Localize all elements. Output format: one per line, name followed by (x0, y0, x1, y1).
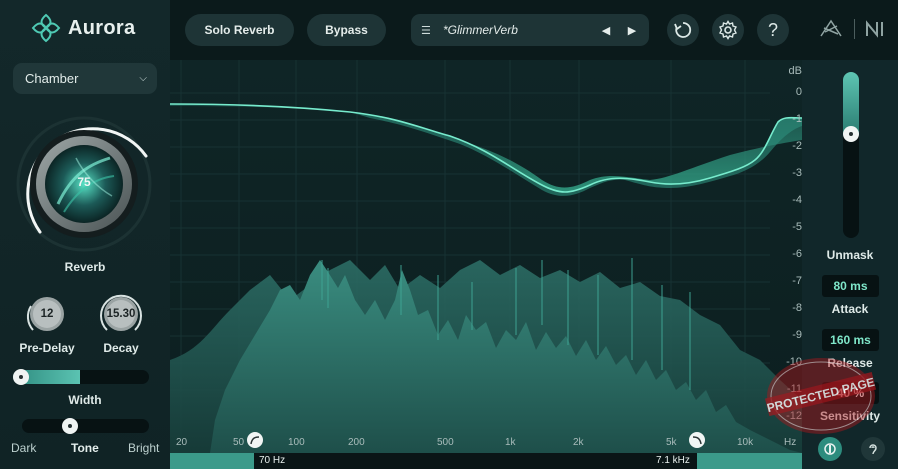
pre-delay-label: Pre-Delay (19, 341, 75, 355)
width-slider-thumb[interactable] (13, 369, 29, 385)
question-mark-icon: ? (767, 19, 778, 40)
db-tick: 0 (795, 86, 802, 98)
decay-label: Decay (103, 341, 139, 355)
freq-tick: 100 (288, 437, 305, 448)
tone-label: Tone (71, 441, 99, 455)
preset-name[interactable]: *GlimmerVerb (443, 23, 587, 37)
db-tick: -4 (792, 194, 802, 206)
width-label: Width (68, 393, 102, 407)
reverb-knob[interactable]: 75 (14, 114, 154, 254)
history-button[interactable] (667, 14, 699, 46)
db-tick: -8 (792, 302, 802, 314)
tone-slider[interactable] (22, 418, 149, 434)
chevron-down-icon: ⌵ (139, 73, 147, 84)
freq-tick: 20 (176, 437, 188, 448)
spectrum-graphic (170, 60, 802, 453)
preset-browser: ☰ *GlimmerVerb ◀ ▶ (411, 14, 649, 46)
ear-icon (869, 444, 877, 455)
unmask-slider-fill (843, 72, 859, 134)
aurora-logo-icon (31, 13, 61, 43)
pre-delay-knob[interactable]: 12 (25, 292, 69, 336)
high-cut-icon (692, 436, 702, 445)
brand-icons (818, 18, 887, 40)
room-type-value: Chamber (25, 71, 79, 86)
low-band-value: 70 Hz (259, 455, 286, 466)
previous-preset-icon[interactable]: ◀ (599, 24, 613, 37)
db-tick: -7 (792, 275, 802, 287)
listen-icon (824, 443, 836, 455)
pre-delay-value: 12 (40, 308, 54, 320)
tone-slider-thumb[interactable] (61, 418, 78, 434)
bypass-button[interactable]: Bypass (307, 14, 386, 46)
width-slider[interactable] (13, 369, 149, 385)
low-band-fill (170, 453, 254, 469)
db-tick: -3 (792, 167, 802, 179)
reverb-label: Reverb (64, 260, 106, 274)
reverb-value: 75 (77, 175, 91, 189)
db-tick: -9 (792, 329, 802, 341)
help-button[interactable]: ? (757, 14, 789, 46)
freq-tick: 500 (437, 437, 454, 448)
preset-list-icon[interactable]: ☰ (421, 24, 435, 37)
brand-divider (854, 19, 855, 39)
native-instruments-logo-icon (866, 20, 883, 38)
protected-page-stamp: PROTECTED PAGE (764, 358, 877, 434)
settings-button[interactable] (712, 14, 744, 46)
decay-knob[interactable]: 15.30 (99, 292, 143, 336)
left-panel: Aurora Chamber ⌵ 75 Reverb 12 Pre-Delay … (0, 0, 170, 469)
next-preset-icon[interactable]: ▶ (625, 24, 639, 37)
unmask-slider-thumb[interactable] (843, 126, 859, 142)
unmask-label: Unmask (826, 248, 874, 262)
solo-reverb-button[interactable]: Solo Reverb (185, 14, 294, 46)
freq-tick: 10k (737, 437, 754, 448)
high-band-handle[interactable] (689, 432, 705, 448)
unmask-slider[interactable] (843, 72, 859, 238)
app-name: Aurora (68, 16, 136, 39)
freq-tick: 5k (666, 437, 677, 448)
attack-value[interactable]: 80 ms (822, 275, 879, 297)
freq-tick: 2k (573, 437, 584, 448)
low-band-handle[interactable] (247, 432, 263, 448)
freq-tick: 1k (505, 437, 516, 448)
app-logo: Aurora (30, 12, 135, 44)
tone-dark-label: Dark (11, 441, 37, 455)
undo-history-icon (674, 22, 692, 38)
attack-label: Attack (831, 302, 869, 316)
decay-value: 15.30 (106, 308, 136, 320)
release-value[interactable]: 160 ms (822, 329, 879, 351)
gear-icon (719, 20, 737, 40)
db-tick: -1 (792, 113, 802, 125)
freq-tick: 200 (348, 437, 365, 448)
db-tick: -2 (792, 140, 802, 152)
freq-tick: 50 (233, 437, 245, 448)
tone-bright-label: Bright (128, 441, 160, 455)
ear-mode-toggle[interactable] (818, 437, 842, 461)
izotope-logo-icon (820, 19, 842, 37)
ear-listen-button[interactable] (861, 437, 885, 461)
spectrum-display[interactable]: dB 0 -1 -2 -3 -4 -5 -6 -7 -8 -9 -10 -11 … (170, 60, 802, 453)
low-cut-icon (250, 436, 260, 445)
high-band-fill (697, 453, 802, 469)
db-tick: -6 (792, 248, 802, 260)
db-tick: -5 (792, 221, 802, 233)
db-unit-label: dB (788, 65, 802, 77)
band-range-bar: 70 Hz 7.1 kHz (170, 453, 802, 469)
high-band-value: 7.1 kHz (656, 455, 690, 466)
room-type-dropdown[interactable]: Chamber ⌵ (13, 63, 157, 94)
